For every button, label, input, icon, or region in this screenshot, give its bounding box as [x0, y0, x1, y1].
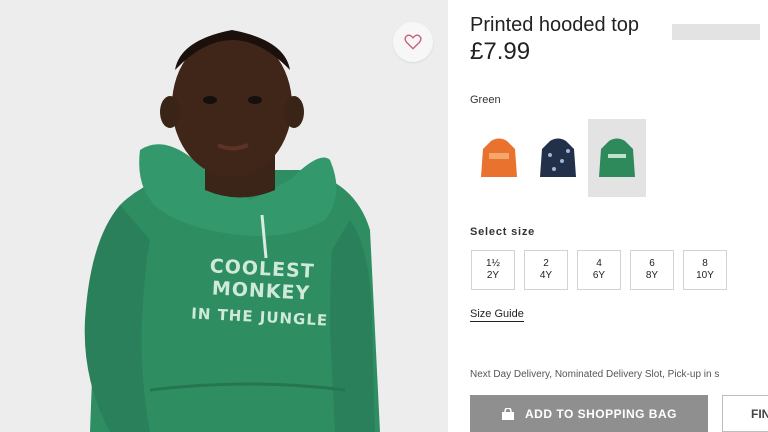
size-option-top: 4: [596, 258, 602, 269]
size-option-top: 8: [702, 258, 708, 269]
size-option-10y[interactable]: 8 10Y: [683, 250, 727, 290]
size-option-bottom: 2Y: [486, 270, 500, 281]
size-option-2y[interactable]: 1½ 2Y: [471, 250, 515, 290]
product-title: Printed hooded top: [470, 14, 640, 36]
size-guide-link[interactable]: Size Guide: [470, 308, 524, 322]
hoodie-thumb-green-icon: [599, 138, 635, 177]
hoodie-print-line1: COOLEST MONKEY: [209, 255, 316, 305]
shopping-bag-icon: [502, 407, 515, 420]
hoodie-thumb-navy-icon: [540, 138, 576, 177]
size-option-bottom: 6Y: [592, 270, 606, 281]
product-image[interactable]: COOLEST MONKEY IN THE JUNGLE: [0, 0, 448, 432]
find-in-store-label: FIN: [751, 407, 768, 421]
find-in-store-button[interactable]: FIN: [722, 395, 768, 432]
size-option-bottom: 10Y: [696, 270, 714, 281]
size-option-top: 1½: [486, 258, 500, 269]
size-option-4y[interactable]: 2 4Y: [524, 250, 568, 290]
product-photo-illustration: [84, 30, 380, 432]
size-option-top: 6: [649, 258, 655, 269]
hoodie-print-text: COOLEST MONKEY IN THE JUNGLE: [184, 254, 337, 330]
size-option-bottom: 4Y: [539, 270, 553, 281]
selected-color-label: Green: [470, 94, 501, 106]
watermark-logo: [672, 24, 760, 40]
color-swatch-navy[interactable]: [529, 119, 587, 197]
size-option-8y[interactable]: 6 8Y: [630, 250, 674, 290]
add-to-bag-label: ADD TO SHOPPING BAG: [525, 406, 677, 421]
select-size-label: Select size: [470, 226, 536, 238]
product-price: £7.99: [470, 38, 531, 65]
wishlist-button[interactable]: [393, 22, 433, 62]
size-option-bottom: 8Y: [645, 270, 659, 281]
color-swatch-green[interactable]: [588, 119, 646, 197]
delivery-options-text: Next Day Delivery, Nominated Delivery Sl…: [470, 369, 720, 380]
size-option-6y[interactable]: 4 6Y: [577, 250, 621, 290]
heart-icon: [404, 34, 422, 50]
hoodie-thumb-orange-icon: [481, 138, 517, 177]
size-option-top: 2: [543, 258, 549, 269]
color-swatch-orange[interactable]: [470, 119, 528, 197]
add-to-bag-button[interactable]: ADD TO SHOPPING BAG: [470, 395, 708, 432]
